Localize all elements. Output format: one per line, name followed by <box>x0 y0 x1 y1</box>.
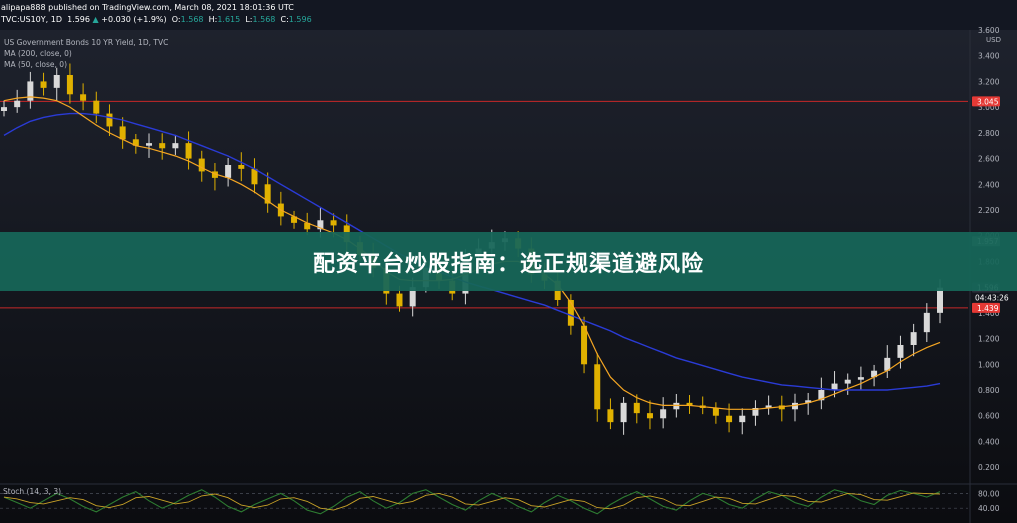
overlay-banner: 配资平台炒股指南：选正规渠道避风险 <box>0 232 1017 291</box>
candle-body <box>910 332 917 345</box>
publisher-text: alipapa888 published on TradingView.com,… <box>1 3 294 12</box>
y-tick-label: 1.000 <box>978 360 1000 369</box>
indicator-ma200[interactable]: MA (200, close, 0) <box>4 49 72 58</box>
y-tick-label: 1.200 <box>978 335 1000 344</box>
candle-body <box>146 143 153 146</box>
y-tick-label: 3.400 <box>978 52 1000 61</box>
indicator-ma50[interactable]: MA (50, close, 0) <box>4 60 67 69</box>
candle-body <box>712 408 719 416</box>
candle-body <box>172 143 179 149</box>
candle-body <box>27 81 34 101</box>
candle-body <box>159 143 166 149</box>
indicator-title[interactable]: US Government Bonds 10 YR Yield, 1D, TVC <box>4 38 168 47</box>
candle-body <box>396 293 403 307</box>
up-arrow-icon: ▲ <box>92 15 99 24</box>
y-tick-label: 2.600 <box>978 155 1000 164</box>
candle-body <box>185 143 192 159</box>
candle-body <box>620 402 627 423</box>
candle-body <box>567 300 574 326</box>
candle-body <box>119 126 126 140</box>
candle-body <box>80 94 87 101</box>
stoch-tick-label: 80.00 <box>978 489 1000 498</box>
candle-body <box>40 81 47 88</box>
candle-body <box>66 75 73 95</box>
y-tick-label: 0.200 <box>978 463 1000 472</box>
y-tick-label: 3.200 <box>978 77 1000 86</box>
y-tick-label: 0.800 <box>978 386 1000 395</box>
y-tick-label: 2.800 <box>978 129 1000 138</box>
y-tick-label: 2.200 <box>978 206 1000 215</box>
candle-body <box>897 345 904 358</box>
low-value: 1.568 <box>252 15 276 24</box>
candle-body <box>225 165 232 178</box>
y-tick-label: 2.400 <box>978 180 1000 189</box>
candle-body <box>660 409 667 419</box>
y-axis-unit: USD <box>986 36 1001 44</box>
chart-header: alipapa888 published on TradingView.com,… <box>0 0 1017 30</box>
candle-body <box>330 220 337 226</box>
symbol-label[interactable]: TVC:US10Y, 1D <box>1 15 62 24</box>
banner-text: 配资平台炒股指南：选正规渠道避风险 <box>312 251 704 277</box>
countdown-label: 04:43:26 <box>975 294 1009 303</box>
stoch-label[interactable]: Stoch (14, 3, 3) <box>3 487 61 496</box>
candle-body <box>594 364 601 410</box>
candle-body <box>646 413 653 419</box>
candle-body <box>857 377 864 380</box>
candle-body <box>844 379 851 384</box>
candle-body <box>1 107 7 111</box>
candle-body <box>93 100 100 114</box>
candle-body <box>53 75 60 88</box>
candle-body <box>937 287 943 313</box>
candle-body <box>238 165 245 169</box>
open-label: O: <box>171 15 181 24</box>
price-change: +0.030 (+1.9%) <box>101 15 167 24</box>
price-tag-label: 3.045 <box>977 97 999 106</box>
candle-body <box>251 168 258 185</box>
y-tick-label: 0.600 <box>978 412 1000 421</box>
candle-body <box>106 113 113 127</box>
stoch-tick-label: 40.00 <box>978 504 1000 513</box>
last-price: 1.596 <box>67 15 90 24</box>
publisher-line: alipapa888 published on TradingView.com,… <box>1 3 294 12</box>
candle-body <box>633 402 640 414</box>
candle-body <box>923 312 930 333</box>
candle-body <box>14 100 21 108</box>
candle-body <box>726 415 733 423</box>
candle-body <box>198 158 205 172</box>
close-label: C: <box>280 15 289 24</box>
candle-body <box>831 383 838 390</box>
candle-body <box>673 402 680 410</box>
high-value: 1.615 <box>217 15 241 24</box>
price-tag-label: 1.439 <box>977 304 999 313</box>
ohlc-line: TVC:US10Y, 1D 1.596 ▲ +0.030 (+1.9%) O:1… <box>1 15 312 24</box>
close-value: 1.596 <box>288 15 312 24</box>
candle-body <box>607 409 614 423</box>
open-value: 1.568 <box>180 15 204 24</box>
y-tick-label: 0.400 <box>978 437 1000 446</box>
candle-body <box>739 415 746 423</box>
